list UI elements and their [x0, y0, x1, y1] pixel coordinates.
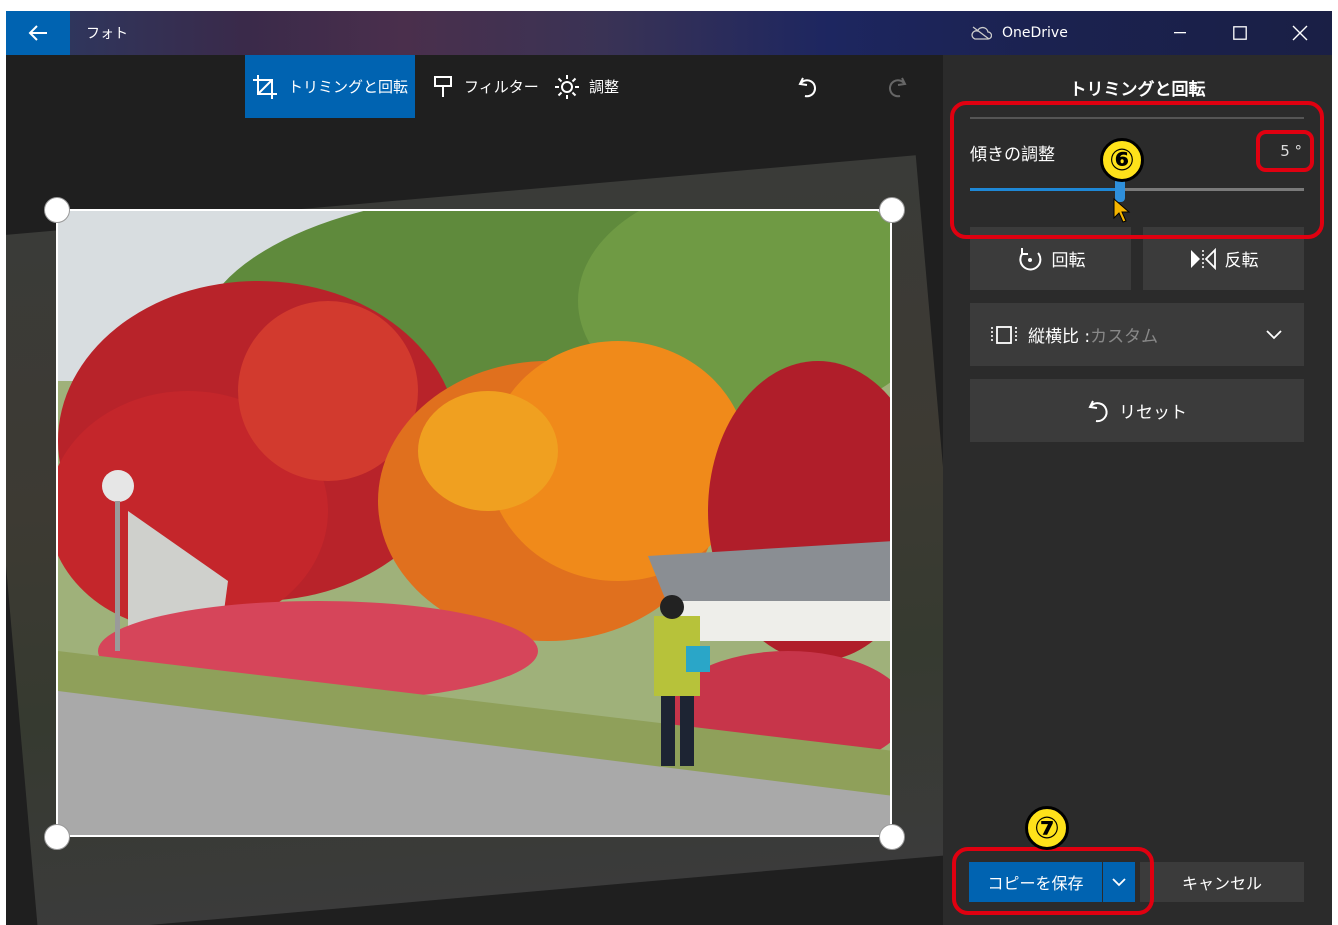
tab-adjust[interactable]: 調整	[555, 55, 619, 118]
tab-adjust-label: 調整	[589, 78, 620, 96]
maximize-button[interactable]	[1210, 11, 1270, 55]
rotate-icon	[1018, 247, 1041, 270]
undo-icon	[798, 77, 816, 97]
flip-label: 反転	[1224, 251, 1259, 271]
minimize-icon	[1174, 32, 1186, 34]
brush-icon	[434, 75, 452, 97]
annotation-box-tilt-value	[1256, 130, 1314, 172]
redo-button[interactable]	[886, 55, 908, 118]
photo-editor-canvas	[6, 55, 943, 925]
tab-crop-label: トリミングと回転	[287, 78, 408, 96]
undo-button[interactable]	[797, 55, 819, 118]
onedrive-label: OneDrive	[1002, 25, 1068, 41]
rotate-label: 回転	[1051, 251, 1086, 271]
crop-handle-bottom-left[interactable]	[44, 824, 70, 850]
sun-icon	[555, 74, 579, 99]
tab-crop-rotate[interactable]: トリミングと回転	[245, 55, 415, 118]
photo-crop-area[interactable]	[56, 209, 892, 837]
cancel-button[interactable]: キャンセル	[1140, 862, 1304, 902]
autumn-photo	[58, 211, 890, 835]
aspect-ratio-icon	[991, 325, 1017, 344]
crop-icon	[252, 74, 277, 99]
tab-filter[interactable]: フィルター	[432, 55, 539, 118]
back-button[interactable]	[6, 11, 70, 55]
aspect-ratio-value: カスタム	[1090, 327, 1159, 347]
flip-icon	[1190, 247, 1216, 270]
onedrive-status[interactable]: OneDrive	[970, 11, 1068, 55]
crop-handle-top-left[interactable]	[44, 197, 70, 223]
panel-title: トリミングと回転	[1069, 80, 1206, 100]
onedrive-cloud-icon	[971, 26, 992, 40]
aspect-ratio-dropdown[interactable]: 縦横比 : カスタム	[970, 303, 1304, 366]
annotation-marker-6: ⑥	[1100, 138, 1144, 182]
close-button[interactable]	[1270, 11, 1330, 55]
reset-icon	[1088, 400, 1108, 422]
reset-label: リセット	[1119, 403, 1187, 423]
annotation-marker-7: ⑦	[1025, 806, 1069, 850]
redo-icon	[889, 77, 907, 97]
close-icon	[1292, 25, 1308, 41]
annotation-box-save	[952, 847, 1154, 915]
tab-filter-label: フィルター	[464, 78, 539, 96]
crop-handle-bottom-right[interactable]	[879, 824, 905, 850]
crop-handle-top-right[interactable]	[879, 197, 905, 223]
back-arrow-icon	[28, 25, 47, 41]
minimize-button[interactable]	[1150, 11, 1210, 55]
reset-button[interactable]: リセット	[970, 379, 1304, 442]
chevron-down-icon	[1266, 329, 1282, 339]
maximize-icon	[1233, 26, 1247, 40]
app-title: フォト	[86, 26, 128, 42]
aspect-ratio-label: 縦横比 :	[1028, 327, 1091, 347]
title-bar	[6, 11, 1332, 55]
